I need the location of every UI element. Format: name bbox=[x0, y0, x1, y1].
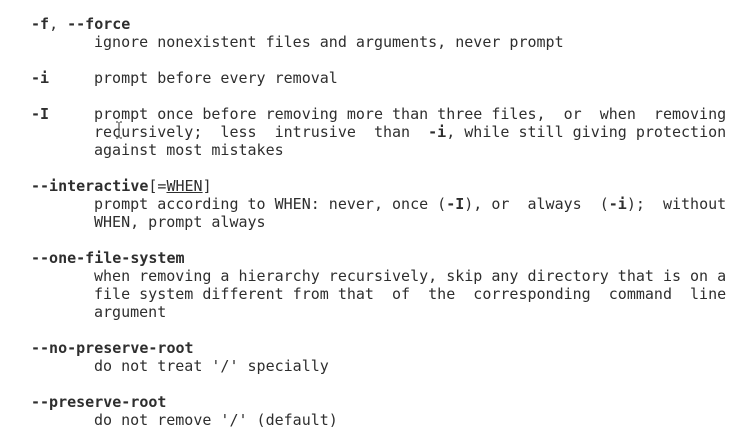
flag-i-ref: -i bbox=[428, 123, 447, 141]
flag-force: --force bbox=[67, 15, 131, 33]
option-I-description-line2: recursively; less intrusive than -i, whi… bbox=[94, 123, 726, 141]
flag-i: -i bbox=[31, 69, 50, 87]
flag-f: -f bbox=[31, 15, 50, 33]
option-interactive-description-line1: prompt according to WHEN: never, once (-… bbox=[94, 195, 726, 213]
arg-open: [= bbox=[148, 177, 167, 195]
flag-no-preserve-root: --no-preserve-root bbox=[31, 339, 194, 357]
arg-close: ] bbox=[202, 177, 212, 195]
flag-interactive: --interactive bbox=[31, 177, 149, 195]
option-force-description: ignore nonexistent files and arguments, … bbox=[94, 33, 564, 51]
desc-text: ), or always ( bbox=[464, 195, 609, 213]
option-one-file-system-description-line3: argument bbox=[94, 303, 167, 321]
terminal-man-page[interactable]: -f, --force ignore nonexistent files and… bbox=[0, 0, 745, 429]
flag-I: -I bbox=[31, 105, 50, 123]
option-force-heading: -f, --force bbox=[31, 15, 130, 33]
desc-text: recursively; less intrusive than bbox=[94, 123, 429, 141]
option-preserve-root-description: do not remove '/' (default) bbox=[94, 411, 338, 429]
arg-when: WHEN bbox=[166, 177, 203, 195]
option-no-preserve-root-description: do not treat '/' specially bbox=[94, 357, 329, 375]
text-cursor-icon bbox=[116, 121, 122, 139]
flag-separator: , bbox=[49, 15, 68, 33]
flag-one-file-system: --one-file-system bbox=[31, 249, 185, 267]
flag-I-ref: -I bbox=[446, 195, 465, 213]
option-interactive-heading: --interactive[=WHEN] bbox=[31, 177, 212, 195]
flag-preserve-root: --preserve-root bbox=[31, 393, 167, 411]
option-i-description: prompt before every removal bbox=[94, 69, 338, 87]
option-one-file-system-description-line1: when removing a hierarchy recursively, s… bbox=[94, 267, 727, 285]
option-interactive-description-line2: WHEN, prompt always bbox=[94, 213, 266, 231]
desc-text: ); without bbox=[626, 195, 727, 213]
desc-text: , while still giving protection bbox=[446, 123, 727, 141]
option-one-file-system-description-line2: file system different from that of the c… bbox=[94, 285, 727, 303]
option-I-description-line3: against most mistakes bbox=[94, 141, 284, 159]
flag-i-ref: -i bbox=[608, 195, 627, 213]
desc-text: prompt according to WHEN: never, once ( bbox=[94, 195, 447, 213]
option-I-description-line1: prompt once before removing more than th… bbox=[94, 105, 727, 123]
